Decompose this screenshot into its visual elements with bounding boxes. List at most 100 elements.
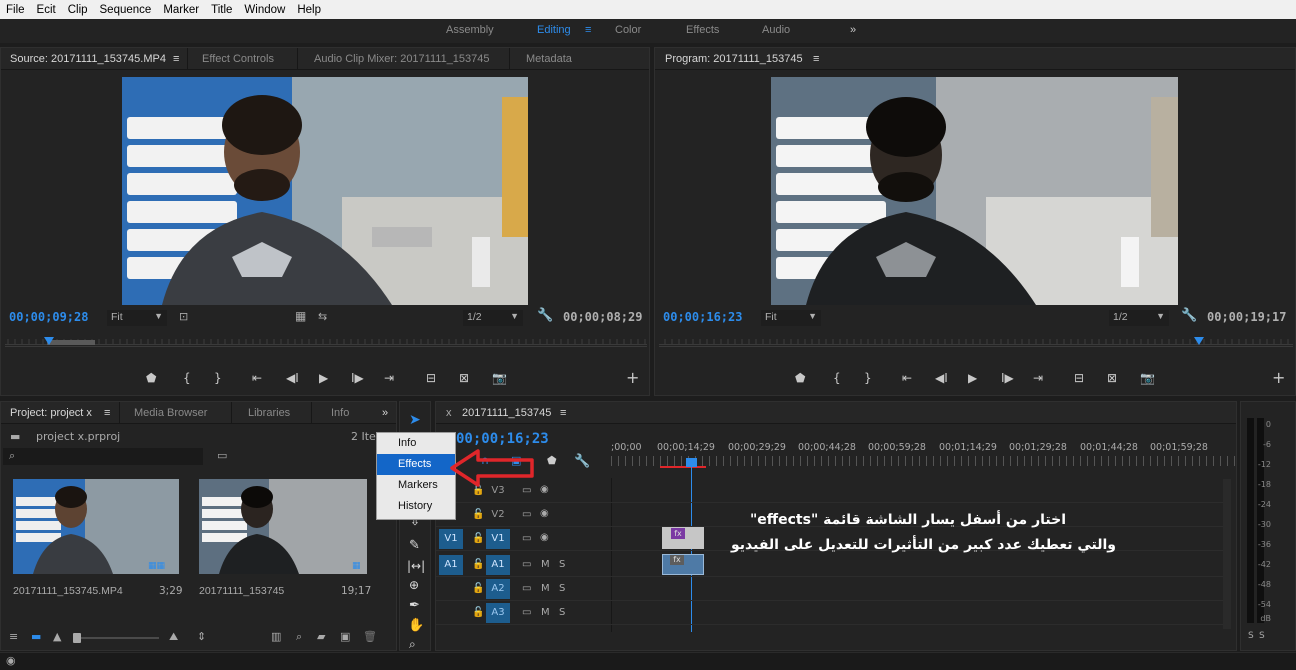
play-icon[interactable]: ▶ xyxy=(319,371,328,385)
source-quality-dropdown[interactable]: 1/2 ▼ xyxy=(463,310,523,326)
project-clip-thumb-1[interactable] xyxy=(13,479,179,574)
menu-title[interactable]: Title xyxy=(205,4,238,16)
visibility-icon[interactable]: ◉ xyxy=(6,654,16,667)
wrench-icon[interactable]: 🔧 xyxy=(537,308,553,323)
lock-icon[interactable]: 🔓 xyxy=(472,559,484,570)
lock-icon[interactable]: 🔓 xyxy=(472,509,484,520)
tab-audio-clip-mixer[interactable]: Audio Clip Mixer: 20171111_153745 xyxy=(314,53,490,65)
meter-solo-right[interactable]: S xyxy=(1259,631,1265,641)
timeline-ruler[interactable]: ;00;00 00;00;14;29 00;00;29;29 00;00;44;… xyxy=(611,440,1236,470)
zoom-slider[interactable] xyxy=(73,637,159,639)
mute-button[interactable]: M xyxy=(541,583,550,594)
tab-program[interactable]: Program: 20171111_153745 xyxy=(665,53,803,65)
sync-lock-icon[interactable]: ▭ xyxy=(522,509,531,520)
mute-button[interactable]: M xyxy=(541,559,550,570)
source-patch-v1[interactable]: V1 xyxy=(439,529,463,549)
extract-icon[interactable]: ⊠ xyxy=(1107,371,1117,385)
menu-item-effects[interactable]: Effects xyxy=(377,454,455,475)
menu-window[interactable]: Window xyxy=(238,4,291,16)
step-back-icon[interactable]: ◀I xyxy=(286,371,299,385)
menu-help[interactable]: Help xyxy=(291,4,327,16)
slip-tool-icon[interactable]: |↔| xyxy=(407,559,425,573)
step-back-icon[interactable]: ◀I xyxy=(935,371,948,385)
export-frame-icon[interactable]: ⊡ xyxy=(179,310,188,323)
workspace-menu-icon[interactable]: ≡ xyxy=(585,24,591,36)
sync-lock-icon[interactable]: ▭ xyxy=(522,559,531,570)
camera-icon[interactable]: 📷 xyxy=(1140,371,1155,385)
tab-effect-controls[interactable]: Effect Controls xyxy=(202,53,274,65)
source-tab-menu-icon[interactable]: ≡ xyxy=(173,53,179,65)
overwrite-icon[interactable]: ⊠ xyxy=(459,371,469,385)
lift-icon[interactable]: ⊟ xyxy=(1074,371,1084,385)
lock-icon[interactable]: 🔓 xyxy=(472,533,484,544)
track-target-v1[interactable]: V1 xyxy=(486,529,510,549)
menu-item-markers[interactable]: Markers xyxy=(377,475,455,496)
menu-marker[interactable]: Marker xyxy=(157,4,205,16)
zoom-tool-icon[interactable]: ⌕ xyxy=(409,637,416,652)
lock-icon[interactable]: 🔓 xyxy=(472,607,484,618)
workspace-assembly[interactable]: Assembly xyxy=(446,24,494,36)
workspace-effects[interactable]: Effects xyxy=(686,24,719,36)
sync-lock-icon[interactable]: ▭ xyxy=(522,583,531,594)
audio-clip[interactable]: fx xyxy=(662,554,704,575)
menu-item-info[interactable]: Info xyxy=(377,433,455,454)
track-target-v2[interactable]: V2 xyxy=(486,505,510,525)
go-to-out-icon[interactable]: ⇥ xyxy=(384,371,394,385)
new-item-icon[interactable]: ▣ xyxy=(340,630,350,643)
program-video-frame[interactable] xyxy=(771,77,1178,305)
tab-libraries[interactable]: Libraries xyxy=(248,407,290,419)
workspace-audio[interactable]: Audio xyxy=(762,24,790,36)
play-icon[interactable]: ▶ xyxy=(968,371,977,385)
tab-sequence[interactable]: 20171111_153745 xyxy=(462,407,551,419)
eye-icon[interactable]: ◉ xyxy=(540,532,549,543)
step-forward-icon[interactable]: I▶ xyxy=(351,371,364,385)
wrench-icon[interactable]: 🔧 xyxy=(1181,308,1197,323)
source-timeline-ruler[interactable] xyxy=(5,331,647,345)
workspace-editing[interactable]: Editing xyxy=(537,24,571,36)
mark-out-icon[interactable]: } xyxy=(864,371,872,385)
sort-icon[interactable]: ⇕ xyxy=(197,630,206,643)
sync-lock-icon[interactable]: ▭ xyxy=(522,607,531,618)
close-icon[interactable]: x xyxy=(446,407,452,419)
program-tab-menu-icon[interactable]: ≡ xyxy=(813,53,819,65)
sync-lock-icon[interactable]: ▭ xyxy=(522,533,531,544)
workspace-color[interactable]: Color xyxy=(615,24,641,36)
source-video-frame[interactable] xyxy=(122,77,528,305)
program-quality-dropdown[interactable]: 1/2 ▼ xyxy=(1109,310,1169,326)
new-bin-icon[interactable]: ▰ xyxy=(317,630,325,643)
add-button-icon[interactable]: + xyxy=(1272,368,1285,387)
solo-button[interactable]: S xyxy=(559,607,565,618)
eye-icon[interactable]: ◉ xyxy=(540,508,549,519)
step-forward-icon[interactable]: I▶ xyxy=(1001,371,1014,385)
panel-overflow-icon[interactable]: » xyxy=(382,407,388,419)
menu-edit[interactable]: Ecit xyxy=(31,4,62,16)
menu-sequence[interactable]: Sequence xyxy=(94,4,158,16)
tab-media-browser[interactable]: Media Browser xyxy=(134,407,207,419)
lock-icon[interactable]: 🔓 xyxy=(472,583,484,594)
program-playhead[interactable] xyxy=(1194,337,1204,345)
icon-view-icon[interactable]: ▬ xyxy=(31,630,41,643)
new-bin-icon[interactable]: ▭ xyxy=(217,449,227,462)
mute-button[interactable]: M xyxy=(541,607,550,618)
project-search-input[interactable]: ⌕ xyxy=(3,448,203,465)
zoom-slider-handle[interactable] xyxy=(73,633,81,643)
wrench-icon[interactable]: 🔧 xyxy=(574,454,590,469)
lock-icon[interactable]: ≡ xyxy=(9,630,18,643)
freeform-view-icon[interactable]: ▲ xyxy=(53,630,61,643)
automate-icon[interactable]: ▥ xyxy=(271,630,281,643)
mark-in-icon[interactable]: { xyxy=(833,371,841,385)
tab-source[interactable]: Source: 20171111_153745.MP4 xyxy=(10,53,166,65)
razor-tool-icon[interactable]: ✎ xyxy=(409,538,420,553)
timeline-scrollbar[interactable] xyxy=(1223,479,1231,629)
drag-video-icon[interactable]: ⇆ xyxy=(318,310,327,323)
track-target-a2[interactable]: A2 xyxy=(486,579,510,599)
add-marker-icon[interactable]: ⬟ xyxy=(146,371,156,385)
meter-solo-left[interactable]: S xyxy=(1248,631,1254,641)
find-icon[interactable]: ⌕ xyxy=(296,630,302,644)
eye-icon[interactable]: ◉ xyxy=(540,484,549,495)
program-fit-dropdown[interactable]: Fit ▼ xyxy=(761,310,821,326)
project-tab-menu-icon[interactable]: ≡ xyxy=(104,407,110,419)
track-target-a3[interactable]: A3 xyxy=(486,603,510,623)
solo-button[interactable]: S xyxy=(559,583,565,594)
add-marker-icon[interactable]: ⬟ xyxy=(547,454,557,467)
